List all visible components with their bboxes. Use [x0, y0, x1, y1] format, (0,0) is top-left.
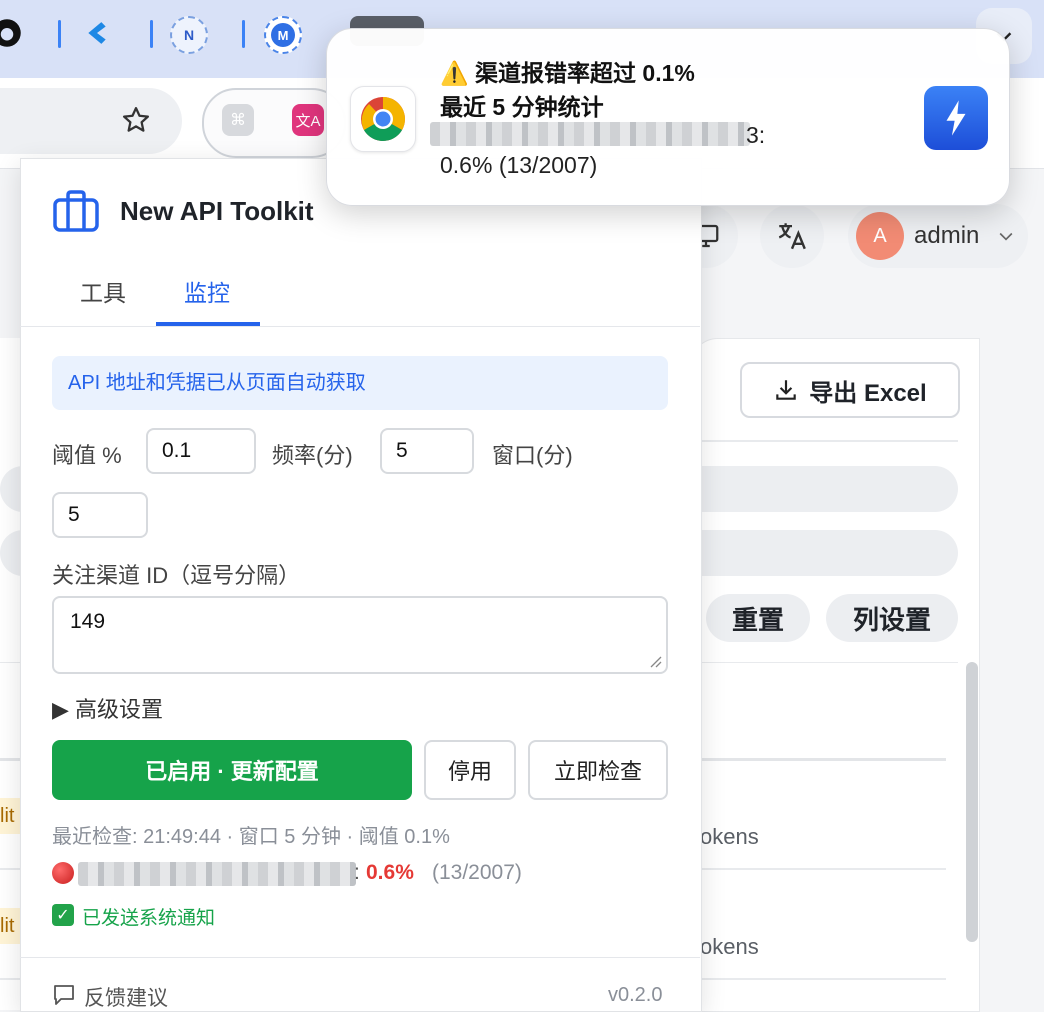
- notification-sent-text: 已发送系统通知: [82, 908, 216, 929]
- check-mark-icon: ✓: [52, 904, 74, 926]
- tab-divider: [150, 20, 153, 48]
- toolbox-icon: [53, 190, 99, 232]
- info-banner: API 地址和凭据已从页面自动获取: [52, 356, 668, 410]
- translate-ext-icon[interactable]: 文A: [292, 104, 324, 136]
- notification-title: ⚠️ 渠道报错率超过 0.1%: [440, 60, 695, 86]
- redacted-channel-name: [430, 122, 750, 146]
- left-tag: lit: [0, 798, 20, 834]
- version-label: v0.2.0: [608, 984, 663, 1006]
- download-icon: [776, 380, 797, 400]
- alert-colon: :: [354, 861, 360, 884]
- chat-bubble-icon: [54, 985, 74, 1005]
- translate-icon[interactable]: [760, 204, 824, 268]
- divider: [700, 440, 958, 442]
- divider: [20, 957, 700, 958]
- user-name: admin: [914, 222, 980, 249]
- notification-body: 0.6% (13/2007): [440, 152, 598, 178]
- update-config-button[interactable]: 已启用 · 更新配置: [52, 740, 412, 800]
- disable-button[interactable]: 停用: [424, 740, 516, 800]
- export-label: 导出 Excel: [809, 379, 927, 407]
- window-input[interactable]: 5: [52, 492, 148, 538]
- n-logo-icon[interactable]: N: [170, 16, 208, 54]
- avatar: A: [856, 212, 904, 260]
- last-check-status: 最近检查: 21:49:44 · 窗口 5 分钟 · 阈值 0.1%: [52, 826, 450, 848]
- redacted-channel-name: [78, 862, 356, 886]
- left-tag: lit: [0, 908, 20, 944]
- scrollbar[interactable]: [966, 662, 978, 942]
- export-excel-button[interactable]: 导出 Excel: [740, 362, 960, 418]
- frequency-label: 频率(分): [272, 443, 353, 468]
- resize-grip-icon[interactable]: [648, 654, 662, 668]
- window-label: 窗口(分): [492, 443, 573, 468]
- command-icon[interactable]: ⌘: [222, 104, 254, 136]
- channels-label: 关注渠道 ID（逗号分隔）: [52, 563, 301, 588]
- table-cell: okens: [700, 824, 759, 849]
- kimi-icon[interactable]: [80, 16, 114, 50]
- tab-monitor[interactable]: 监控: [184, 274, 230, 308]
- chrome-icon: [350, 86, 416, 152]
- notification-subtitle: 最近 5 分钟统计: [440, 94, 604, 120]
- tab-divider: [58, 20, 61, 48]
- bookmark-star-icon[interactable]: [116, 100, 156, 140]
- reset-button[interactable]: 重置: [706, 594, 810, 642]
- threshold-label: 阈值 %: [52, 443, 122, 468]
- divider: [20, 326, 700, 327]
- table-cell: okens: [700, 934, 759, 959]
- threshold-input[interactable]: 0.1: [146, 428, 256, 474]
- m-logo-icon[interactable]: M: [264, 16, 302, 54]
- feedback-link[interactable]: 反馈建议: [84, 982, 168, 1012]
- red-circle-icon: [52, 862, 74, 884]
- lightning-bolt-icon[interactable]: [924, 86, 988, 150]
- error-counts: (13/2007): [432, 861, 522, 884]
- advanced-settings-toggle[interactable]: ▶ 高级设置: [52, 692, 163, 724]
- channels-textarea[interactable]: 149: [52, 596, 668, 674]
- chevron-down-icon: [999, 232, 1013, 241]
- frequency-input[interactable]: 5: [380, 428, 474, 474]
- check-now-button[interactable]: 立即检查: [528, 740, 668, 800]
- error-rate: 0.6%: [366, 861, 414, 884]
- popup-title: New API Toolkit: [120, 196, 314, 226]
- notification-body-tail: 3:: [746, 122, 766, 148]
- tab-divider: [242, 20, 245, 48]
- tab-tools[interactable]: 工具: [80, 274, 126, 308]
- github-icon[interactable]: [0, 16, 24, 50]
- column-settings-button[interactable]: 列设置: [826, 594, 958, 642]
